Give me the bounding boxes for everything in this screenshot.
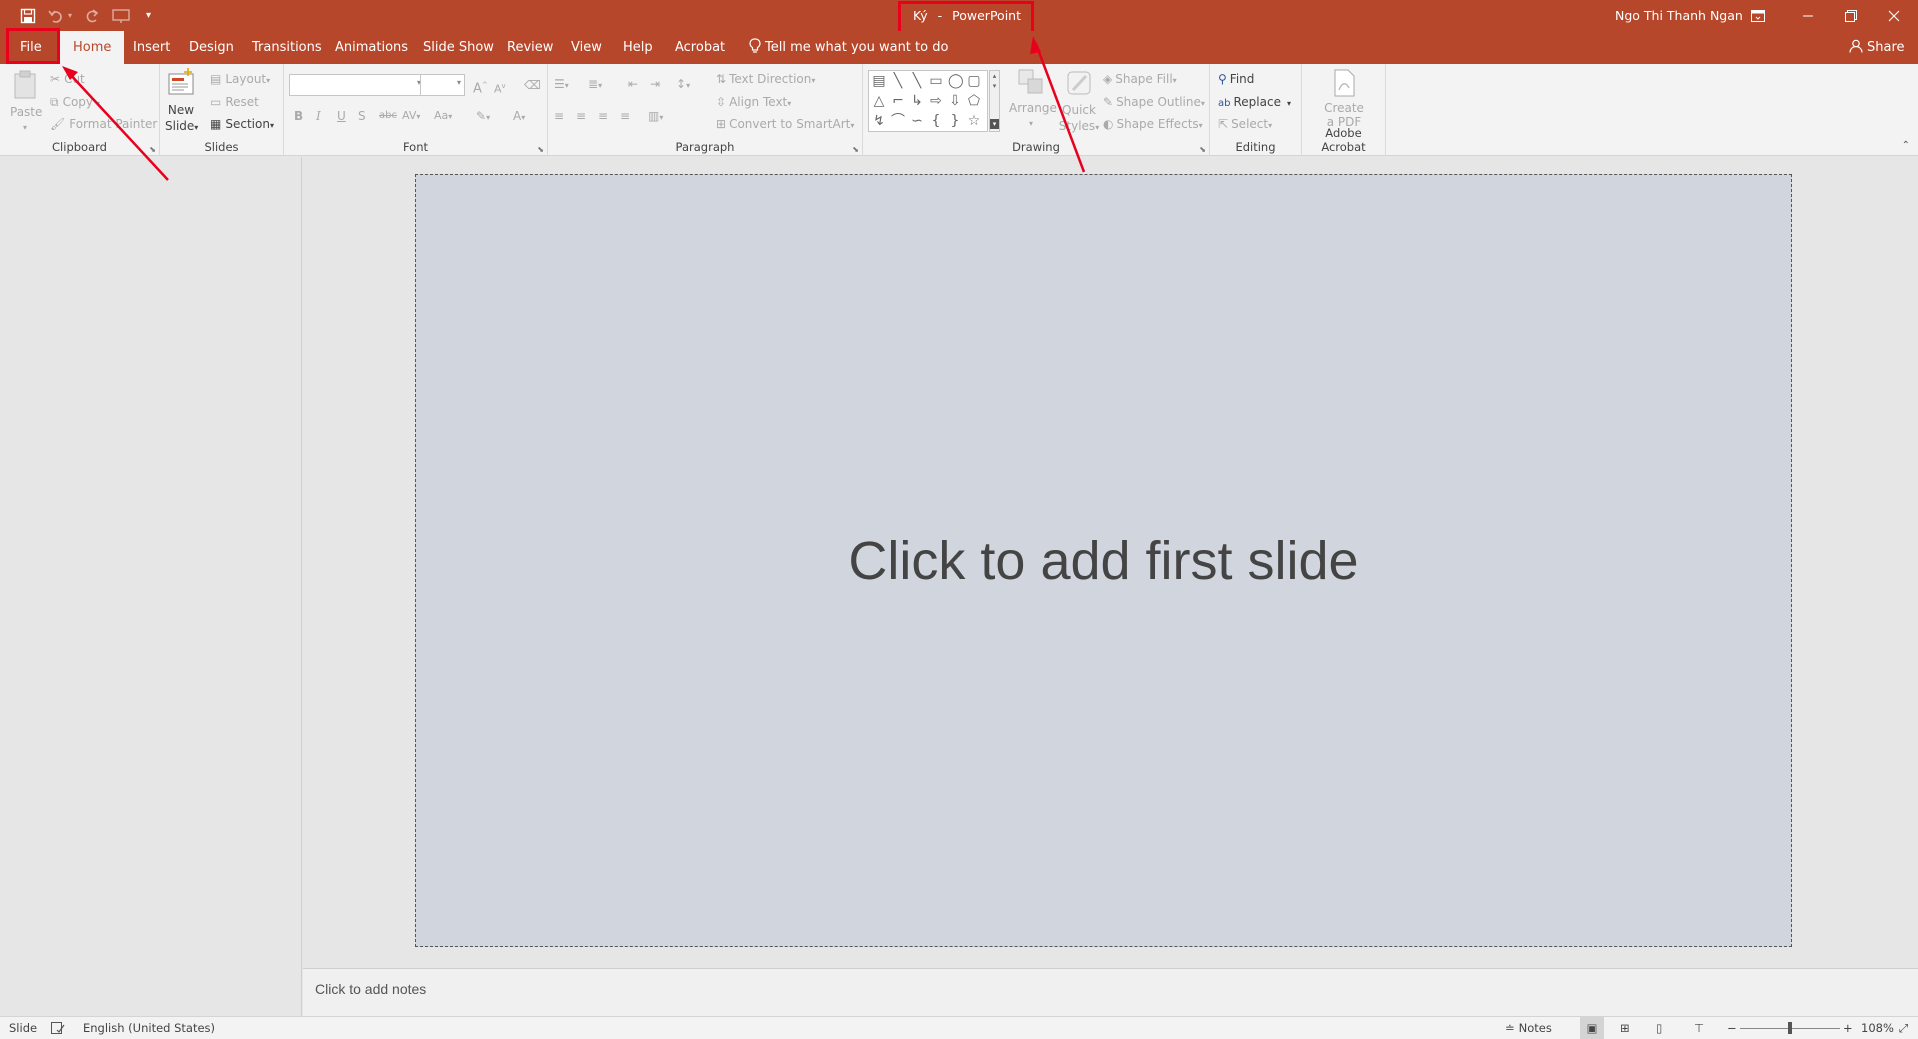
annotation-arrows	[62, 36, 1086, 181]
annotation-arrow-title	[1034, 43, 1086, 173]
annotation-arrow-file	[67, 71, 169, 181]
powerpoint-window: ▾ ▾ Ký - PowerPoint Ngo Thi Thanh Ngan F…	[0, 0, 1918, 1039]
annotation-arrowhead-file	[62, 66, 78, 80]
annotation-arrowhead-title	[1030, 36, 1041, 54]
